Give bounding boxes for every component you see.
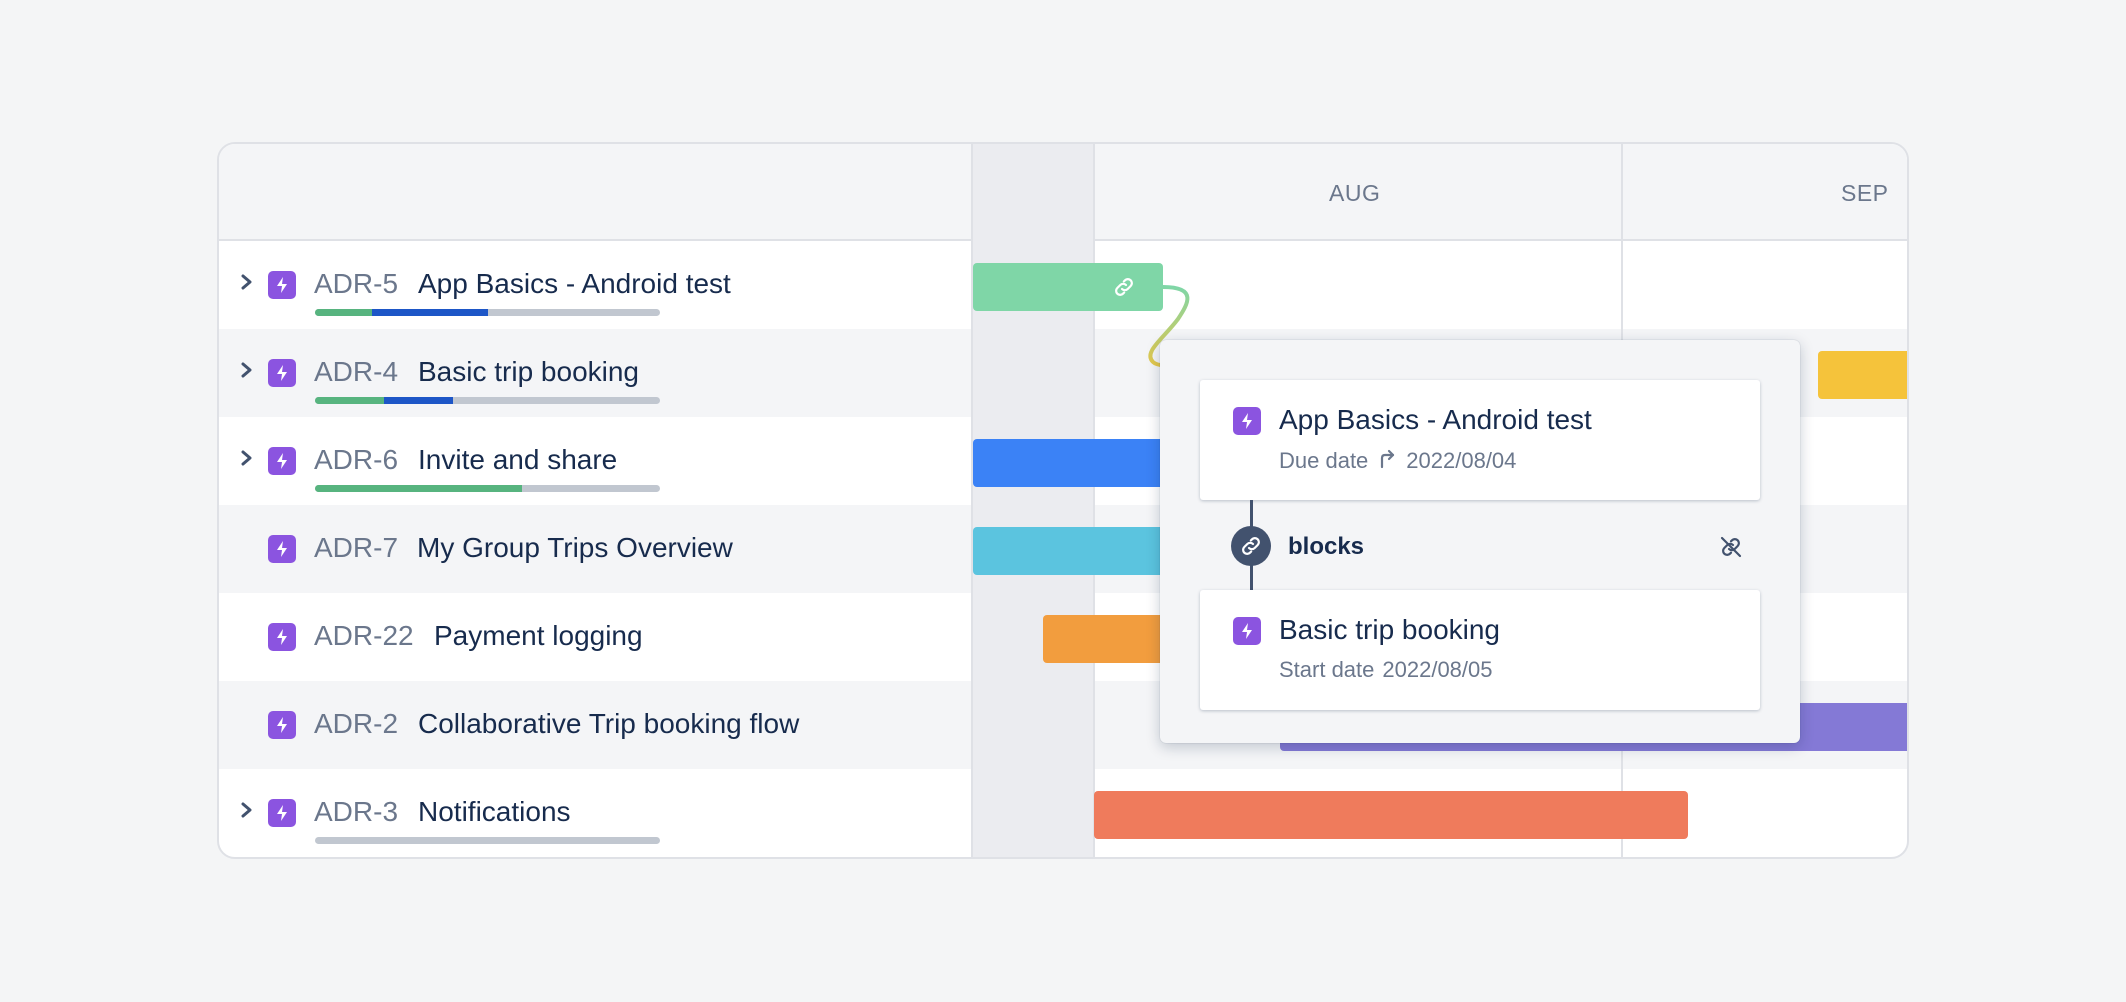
chevron-right-icon[interactable] [236,356,258,384]
dependency-popup: App Basics - Android test Due date 2022/… [1160,340,1800,743]
issue-progress-bar [315,485,660,492]
arrow-turn-icon [1376,447,1398,475]
issue-row[interactable]: ADR-22 Payment logging [219,593,971,681]
dependency-target-card[interactable]: Basic trip booking Start date 2022/08/05 [1200,590,1760,710]
past-period-shade [973,144,1093,857]
issue-title[interactable]: Payment logging [434,620,643,652]
epic-lightning-icon [268,359,296,387]
month-divider [1093,144,1095,857]
issue-title[interactable]: Notifications [418,796,571,828]
issue-row[interactable]: ADR-4 Basic trip booking [219,329,971,417]
progress-done-segment [315,485,522,492]
start-date-value: 2022/08/05 [1382,657,1493,682]
epic-lightning-icon [268,799,296,827]
issue-bar[interactable] [973,527,1173,575]
header-shade [973,144,1093,241]
issue-title[interactable]: App Basics - Android test [418,268,731,300]
issue-key[interactable]: ADR-4 [314,356,398,388]
issue-row[interactable]: ADR-3 Notifications [219,769,971,857]
issue-key[interactable]: ADR-7 [314,532,398,564]
dependency-source-card[interactable]: App Basics - Android test Due date 2022/… [1200,380,1760,500]
progress-done-segment [315,309,372,316]
epic-lightning-icon [268,447,296,475]
issue-title[interactable]: Basic trip booking [418,356,639,388]
issue-key[interactable]: ADR-5 [314,268,398,300]
epic-lightning-icon [1233,617,1261,645]
issue-key[interactable]: ADR-22 [314,620,414,652]
epic-lightning-icon [268,535,296,563]
issue-title[interactable]: Collaborative Trip booking flow [418,708,799,740]
issue-row[interactable]: ADR-6 Invite and share [219,417,971,505]
epic-lightning-icon [268,623,296,651]
issue-progress-bar [315,837,660,844]
issue-key[interactable]: ADR-6 [314,444,398,476]
epic-lightning-icon [1233,407,1261,435]
issue-bar[interactable] [1818,351,1907,399]
issue-row[interactable]: ADR-7 My Group Trips Overview [219,505,971,593]
issue-key[interactable]: ADR-3 [314,796,398,828]
issue-row[interactable]: ADR-5 App Basics - Android test [219,241,971,329]
issue-title[interactable]: Invite and share [418,444,617,476]
source-date: Due date 2022/08/04 [1279,447,1516,475]
progress-in-progress-segment [384,397,453,404]
issue-key[interactable]: ADR-2 [314,708,398,740]
link-icon [1231,526,1271,566]
progress-done-segment [315,397,384,404]
timeline-header: AUG SEP [973,144,1907,241]
chevron-right-icon[interactable] [236,444,258,472]
target-date: Start date 2022/08/05 [1279,657,1493,683]
month-label-aug: AUG [1329,180,1381,206]
issue-title[interactable]: My Group Trips Overview [417,532,733,564]
issue-list: ADR-5 App Basics - Android test ADR-4 Ba… [219,144,971,857]
target-issue-title: Basic trip booking [1279,614,1501,645]
connector-line [1250,562,1253,590]
issue-progress-bar [315,309,660,316]
issue-bar[interactable] [1043,615,1173,663]
month-label-sep: SEP [1841,180,1889,206]
epic-lightning-icon [268,711,296,739]
source-issue-title: App Basics - Android test [1279,404,1592,435]
issue-bar[interactable] [973,439,1173,487]
issue-progress-bar [315,397,660,404]
issue-bar[interactable] [1094,791,1688,839]
progress-in-progress-segment [372,309,488,316]
start-date-label: Start date [1279,657,1375,682]
issue-row[interactable]: ADR-2 Collaborative Trip booking flow [219,681,971,769]
due-date-label: Due date [1279,448,1369,473]
due-date-value: 2022/08/04 [1406,448,1517,473]
issue-list-header [219,144,971,241]
relation-label: blocks [1288,533,1365,560]
chevron-right-icon[interactable] [236,796,258,824]
chevron-right-icon[interactable] [236,268,258,296]
unlink-icon[interactable] [1717,533,1745,561]
epic-lightning-icon [268,271,296,299]
